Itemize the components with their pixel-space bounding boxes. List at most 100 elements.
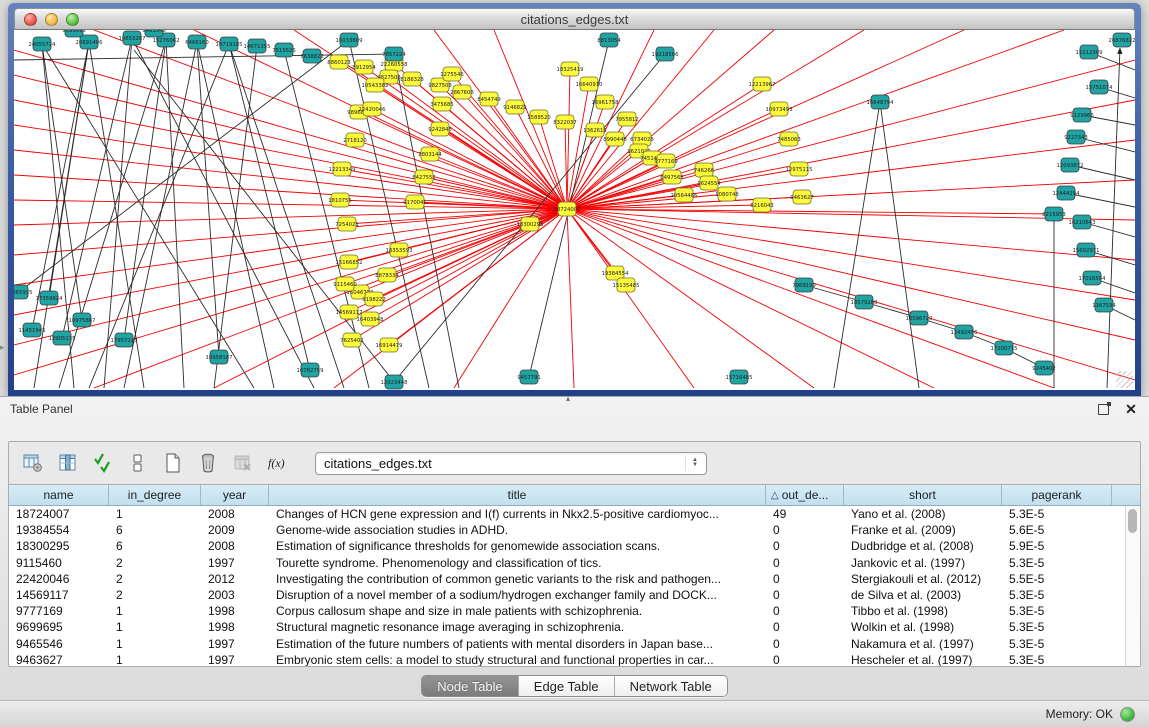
graph-node[interactable]: [23, 323, 41, 337]
table-cell[interactable]: 0: [766, 555, 844, 571]
tab-edge-table[interactable]: Edge Table: [519, 676, 615, 696]
table-cell[interactable]: Tourette syndrome. Phenomenology and cla…: [269, 555, 766, 571]
graph-node[interactable]: [363, 102, 381, 116]
table-cell[interactable]: 0: [766, 522, 844, 538]
graph-node[interactable]: [1077, 243, 1095, 257]
graph-node[interactable]: [995, 341, 1013, 355]
graph-node[interactable]: [1095, 298, 1113, 312]
table-cell[interactable]: 1: [109, 603, 201, 619]
graph-node[interactable]: [40, 291, 58, 305]
table-cell[interactable]: Hescheler et al. (1997): [844, 652, 1002, 666]
float-panel-button[interactable]: [1095, 401, 1111, 417]
table-cell[interactable]: 0: [766, 538, 844, 554]
deselect-rows-button[interactable]: [126, 451, 150, 475]
graph-node[interactable]: [1057, 186, 1075, 200]
table-source-select[interactable]: citations_edges.txt ▲▼: [315, 452, 707, 475]
graph-node[interactable]: [1045, 207, 1063, 221]
table-row[interactable]: 1938455462009Genome-wide association stu…: [9, 522, 1125, 538]
table-cell[interactable]: Disruption of a novel member of a sodium…: [269, 587, 766, 603]
table-cell[interactable]: 9115460: [9, 555, 109, 571]
table-cell[interactable]: 5.5E-5: [1002, 571, 1112, 587]
table-scrollbar[interactable]: [1125, 506, 1140, 666]
close-window-icon[interactable]: [24, 13, 37, 26]
column-header-short[interactable]: short: [844, 485, 1002, 505]
table-cell[interactable]: de Silva et al. (2003): [844, 587, 1002, 603]
graph-node[interactable]: [248, 39, 266, 53]
table-cell[interactable]: 2012: [201, 571, 269, 587]
table-cell[interactable]: 0: [766, 603, 844, 619]
graph-node[interactable]: [355, 60, 373, 74]
graph-node[interactable]: [330, 55, 348, 69]
table-cell[interactable]: 2003: [201, 587, 269, 603]
table-cell[interactable]: 5.3E-5: [1002, 555, 1112, 571]
graph-node[interactable]: [365, 292, 383, 306]
table-cell[interactable]: 0: [766, 619, 844, 635]
table-cell[interactable]: Nakamura et al. (1997): [844, 636, 1002, 652]
graph-node[interactable]: [303, 49, 321, 63]
table-row[interactable]: 946554611997Estimation of the future num…: [9, 636, 1125, 652]
graph-node[interactable]: [556, 115, 574, 129]
graph-node[interactable]: [115, 333, 133, 347]
graph-node[interactable]: [1080, 45, 1098, 59]
graph-node[interactable]: [530, 110, 548, 124]
graph-node[interactable]: [433, 97, 451, 111]
graph-node[interactable]: [618, 112, 636, 126]
graph-node[interactable]: [718, 187, 736, 201]
table-cell[interactable]: 9777169: [9, 603, 109, 619]
graph-node[interactable]: [855, 295, 873, 309]
table-scrollbar-thumb[interactable]: [1128, 509, 1137, 533]
table-row[interactable]: 977716911998Corpus callosum shape and si…: [9, 603, 1125, 619]
graph-node[interactable]: [1073, 108, 1091, 122]
table-cell[interactable]: 1997: [201, 555, 269, 571]
network-canvas[interactable]: 1872400788601238912954222605589827503818…: [14, 30, 1135, 390]
graph-node[interactable]: [561, 62, 579, 76]
graph-node[interactable]: [210, 350, 228, 364]
graph-node[interactable]: [301, 363, 319, 377]
graph-node[interactable]: [1073, 215, 1091, 229]
table-cell[interactable]: Genome-wide association studies in ADHD.: [269, 522, 766, 538]
graph-node[interactable]: [421, 147, 439, 161]
table-cell[interactable]: 14569117: [9, 587, 109, 603]
column-header-out_de[interactable]: △out_de...: [766, 485, 844, 505]
table-cell[interactable]: 2008: [201, 506, 269, 522]
graph-node[interactable]: [65, 30, 83, 37]
table-cell[interactable]: 1: [109, 506, 201, 522]
graph-node[interactable]: [558, 202, 576, 216]
select-all-rows-button[interactable]: [91, 451, 115, 475]
graph-node[interactable]: [453, 85, 471, 99]
column-header-name[interactable]: name: [9, 485, 109, 505]
graph-node[interactable]: [390, 243, 408, 257]
graph-node[interactable]: [586, 123, 604, 137]
graph-node[interactable]: [73, 313, 91, 327]
table-cell[interactable]: 1997: [201, 652, 269, 666]
graph-node[interactable]: [340, 33, 358, 47]
graph-node[interactable]: [675, 188, 693, 202]
table-row[interactable]: 911546021997Tourette syndrome. Phenomeno…: [9, 555, 1125, 571]
graph-node[interactable]: [521, 217, 539, 231]
graph-node[interactable]: [366, 78, 384, 92]
graph-node[interactable]: [780, 132, 798, 146]
graph-node[interactable]: [793, 190, 811, 204]
graph-node[interactable]: [480, 92, 498, 106]
table-cell[interactable]: 5.3E-5: [1002, 506, 1112, 522]
canvas-resize-grip-icon[interactable]: [1116, 371, 1133, 388]
table-settings-button[interactable]: [21, 451, 45, 475]
table-cell[interactable]: Changes of HCN gene expression and I(f) …: [269, 506, 766, 522]
zoom-window-icon[interactable]: [66, 13, 79, 26]
graph-node[interactable]: [606, 132, 624, 146]
graph-node[interactable]: [700, 176, 718, 190]
table-cell[interactable]: 0: [766, 571, 844, 587]
table-cell[interactable]: 6: [109, 538, 201, 554]
table-cell[interactable]: 5.3E-5: [1002, 652, 1112, 666]
table-row[interactable]: 969969511998Structural magnetic resonanc…: [9, 619, 1125, 635]
table-cell[interactable]: 9463627: [9, 652, 109, 666]
graph-node[interactable]: [695, 163, 713, 177]
table-cell[interactable]: 1997: [201, 636, 269, 652]
table-cell[interactable]: 9465546: [9, 636, 109, 652]
graph-node[interactable]: [333, 162, 351, 176]
graph-node[interactable]: [1067, 130, 1085, 144]
memory-status-icon[interactable]: [1120, 707, 1135, 722]
graph-node[interactable]: [753, 77, 771, 91]
table-cell[interactable]: 2: [109, 555, 201, 571]
graph-node[interactable]: [340, 305, 358, 319]
